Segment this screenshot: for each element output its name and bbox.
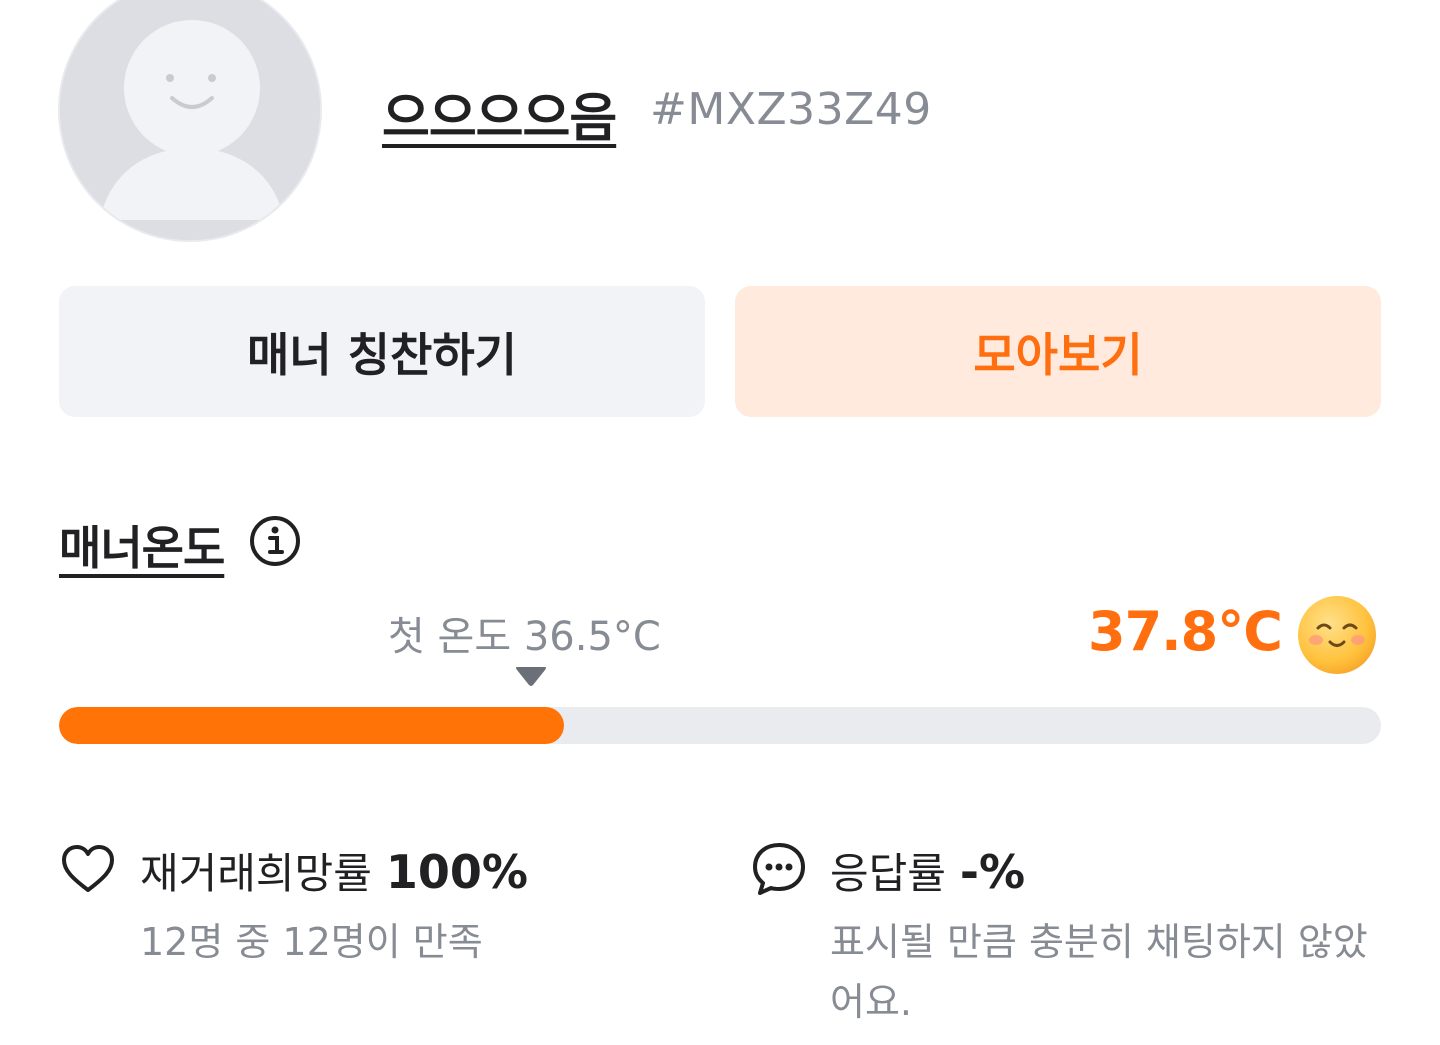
praise-manner-label: 매너 칭찬하기 — [247, 327, 517, 382]
heart-icon — [62, 845, 114, 892]
response-rate: 응답률 -% — [830, 840, 1025, 901]
profile-page: 으으으으음 #MXZ33Z49 매너 칭찬하기 모아보기 매너온도 첫 온도 3… — [0, 0, 1440, 1045]
manner-temp-title[interactable]: 매너온도 — [59, 512, 225, 578]
rebuy-rate-label: 재거래희망률 — [140, 849, 372, 898]
smiling-face-icon — [1298, 596, 1376, 674]
response-rate-desc: 표시될 만큼 충분히 채팅하지 않았어요. — [830, 920, 1368, 1024]
nickname[interactable]: 으으으으음 — [382, 76, 617, 151]
collect-button[interactable]: 모아보기 — [735, 286, 1381, 417]
user-id: #MXZ33Z49 — [650, 84, 932, 135]
response-rate-label: 응답률 — [830, 849, 946, 898]
praise-manner-button[interactable]: 매너 칭찬하기 — [59, 286, 705, 417]
rebuy-rate: 재거래희망률 100% — [140, 840, 528, 901]
info-icon[interactable] — [248, 514, 302, 568]
rebuy-rate-desc: 12명 중 12명이 만족 — [140, 920, 483, 964]
chat-bubble-icon — [753, 843, 805, 895]
first-temp-marker-icon — [516, 667, 546, 686]
first-temp-label: 첫 온도 36.5°C — [388, 614, 661, 660]
avatar[interactable] — [58, 0, 322, 242]
collect-label: 모아보기 — [973, 327, 1143, 382]
current-temp: 37.8°C — [1088, 600, 1283, 663]
response-rate-value: -% — [959, 845, 1026, 899]
rebuy-rate-value: 100% — [385, 845, 528, 899]
manner-temp-bar-fill — [59, 707, 564, 744]
manner-temp-bar — [59, 707, 1381, 744]
default-avatar-icon — [60, 0, 320, 240]
